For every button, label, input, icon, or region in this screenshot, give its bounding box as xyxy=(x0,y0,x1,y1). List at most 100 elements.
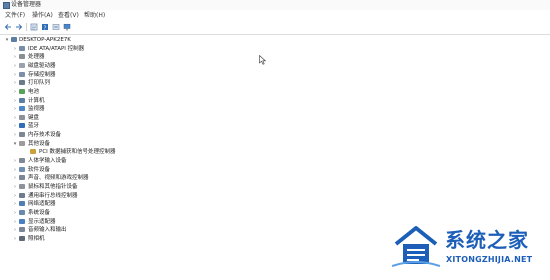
tree-item-label: 软件设备 xyxy=(28,166,51,173)
tree-item-label: 照相机 xyxy=(28,235,45,242)
audio-io-icon xyxy=(19,227,25,233)
tree-item[interactable]: › 照相机 xyxy=(0,235,300,243)
computer-icon xyxy=(19,97,25,103)
tree-item[interactable]: › 软件设备 xyxy=(0,166,300,174)
tree-item-label: 存储控制器 xyxy=(28,71,56,78)
tree-item-label: 电池 xyxy=(28,88,40,95)
tree-item-label: IDE ATA/ATAPI 控制器 xyxy=(28,45,85,52)
tree-item-label: 系统设备 xyxy=(28,209,51,216)
tree-item[interactable]: › 计算机 xyxy=(0,97,300,105)
expand-arrow-icon[interactable]: › xyxy=(12,235,18,243)
forward-arrow-icon[interactable] xyxy=(15,23,23,31)
tree-item-label: 计算机 xyxy=(28,97,45,104)
expand-arrow-icon[interactable]: › xyxy=(12,122,18,130)
collapse-arrow-icon[interactable]: ▾ xyxy=(12,140,18,148)
tree-item[interactable]: › 鼠标和其他指针设备 xyxy=(0,183,300,191)
expand-arrow-icon[interactable]: › xyxy=(12,88,18,96)
tree-item-label: 打印队列 xyxy=(28,80,51,87)
tree-item[interactable]: › 系统设备 xyxy=(0,209,300,217)
tree-item[interactable]: › 电池 xyxy=(0,88,300,96)
tree-item[interactable]: › 人体学输入设备 xyxy=(0,157,300,165)
expand-arrow-icon[interactable]: › xyxy=(12,53,18,61)
expand-arrow-icon[interactable]: › xyxy=(12,71,18,79)
tree-item-label: 磁盘驱动器 xyxy=(28,62,56,69)
software-device-icon xyxy=(19,166,25,172)
tree-item[interactable]: › 显示适配器 xyxy=(0,218,300,226)
expand-arrow-icon[interactable]: › xyxy=(12,174,18,182)
tree-item-label: 键盘 xyxy=(28,114,40,121)
tree-item[interactable]: › 监视器 xyxy=(0,105,300,113)
monitor-icon[interactable] xyxy=(63,23,71,31)
warning-device-icon xyxy=(30,149,36,155)
expand-arrow-icon[interactable]: › xyxy=(12,45,18,53)
expand-arrow-icon[interactable]: › xyxy=(12,105,18,113)
tree-item-label: 网络适配器 xyxy=(28,201,56,208)
expand-arrow-icon[interactable]: › xyxy=(12,209,18,217)
collapse-arrow-icon[interactable]: ▾ xyxy=(4,36,10,44)
disk-drive-icon xyxy=(19,62,25,68)
expand-arrow-icon[interactable]: › xyxy=(12,200,18,208)
menu-view[interactable]: 查看(V) xyxy=(58,12,79,19)
expand-arrow-icon[interactable]: › xyxy=(12,166,18,174)
mouse-cursor-icon xyxy=(259,50,267,65)
tree-item-label: 蓝牙 xyxy=(28,123,40,130)
tree-item-label: 其他设备 xyxy=(28,140,51,147)
properties-icon[interactable] xyxy=(30,23,38,31)
tree-child-label: PCI 数据捕获和信号处理控制器 xyxy=(39,149,116,156)
tree-item[interactable]: › IDE ATA/ATAPI 控制器 xyxy=(0,45,300,53)
tree-item[interactable]: › 处理器 xyxy=(0,53,300,61)
tree-item-label: 鼠标和其他指针设备 xyxy=(28,184,78,190)
watermark-name: 系统之家 xyxy=(445,228,529,252)
help-icon[interactable]: ? xyxy=(41,23,49,31)
tree-item[interactable]: › 磁盘驱动器 xyxy=(0,62,300,70)
watermark-url: XITONGZHIJIA.NET xyxy=(446,255,533,264)
tree-item[interactable]: › 通用串行总线控制器 xyxy=(0,192,300,200)
tree-item[interactable]: › 存储控制器 xyxy=(0,71,300,79)
tree-root-label: DESKTOP-APK2E7K xyxy=(19,37,71,43)
tree-item-label: 显示适配器 xyxy=(28,218,56,225)
menu-action[interactable]: 操作(A) xyxy=(32,12,53,19)
network-adapter-icon xyxy=(19,201,25,207)
back-arrow-icon[interactable] xyxy=(4,23,12,31)
house-logo-icon xyxy=(391,224,441,268)
hid-icon xyxy=(19,158,25,164)
printer-icon xyxy=(19,80,25,86)
tree-item-label: 监视器 xyxy=(28,106,45,113)
mouse-icon xyxy=(19,184,25,189)
tree-item[interactable]: › 网络适配器 xyxy=(0,200,300,208)
expand-arrow-icon[interactable]: › xyxy=(12,114,18,122)
window-title: 设备管理器 xyxy=(11,1,42,8)
expand-arrow-icon[interactable]: › xyxy=(12,62,18,70)
menu-file[interactable]: 文件(F) xyxy=(5,12,25,19)
update-driver-icon[interactable] xyxy=(52,23,60,31)
toolbar-separator xyxy=(26,23,27,31)
tree-item[interactable]: › 内存技术设备 xyxy=(0,131,300,139)
tree-item-label: 音频输入和输出 xyxy=(28,227,67,234)
tree-item[interactable]: › 打印队列 xyxy=(0,79,300,87)
expand-arrow-icon[interactable]: › xyxy=(12,192,18,200)
expand-arrow-icon[interactable]: › xyxy=(12,97,18,105)
expand-arrow-icon[interactable]: › xyxy=(12,226,18,234)
expand-arrow-icon[interactable]: › xyxy=(12,218,18,226)
tree-root[interactable]: ▾ DESKTOP-APK2E7K xyxy=(0,36,300,44)
expand-arrow-icon[interactable]: › xyxy=(12,157,18,165)
system-device-icon xyxy=(19,209,25,215)
usb-icon xyxy=(19,192,25,198)
tree-item[interactable]: › 蓝牙 xyxy=(0,122,300,130)
title-bar: 设备管理器 xyxy=(0,0,550,10)
tree-child-item[interactable]: PCI 数据捕获和信号处理控制器 xyxy=(0,148,300,156)
tree-item[interactable]: › 键盘 xyxy=(0,114,300,122)
tree-item[interactable]: › 声音、视频和游戏控制器 xyxy=(0,174,300,182)
tree-item[interactable]: ▾ 其他设备 xyxy=(0,140,300,148)
computer-icon xyxy=(11,37,17,42)
ide-controller-icon xyxy=(19,45,25,51)
expand-arrow-icon[interactable]: › xyxy=(12,183,18,191)
battery-icon xyxy=(19,88,25,94)
expand-arrow-icon[interactable]: › xyxy=(12,131,18,139)
menu-help[interactable]: 帮助(H) xyxy=(84,12,105,19)
tree-item-label: 声音、视频和游戏控制器 xyxy=(28,175,89,182)
tree-item[interactable]: › 音频输入和输出 xyxy=(0,226,300,234)
device-manager-icon xyxy=(3,2,10,9)
expand-arrow-icon[interactable]: › xyxy=(12,79,18,87)
monitor-icon xyxy=(19,106,25,112)
